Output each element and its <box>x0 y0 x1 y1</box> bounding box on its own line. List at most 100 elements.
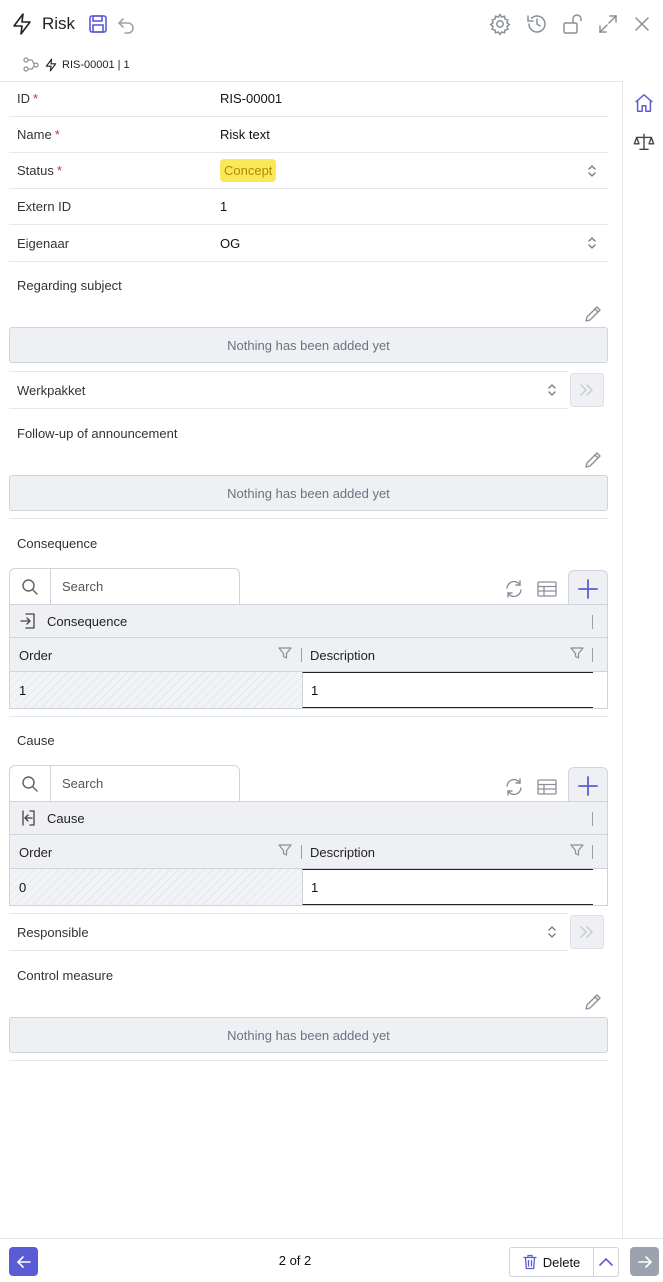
table-row[interactable]: 0 1 <box>10 869 593 905</box>
table-view-icon[interactable] <box>536 776 558 798</box>
consequence-add-button[interactable] <box>568 570 608 606</box>
search-icon <box>22 775 38 792</box>
filter-icon[interactable] <box>570 646 584 660</box>
field-value-extern-id[interactable]: 1 <box>220 189 227 224</box>
expand-icon[interactable] <box>596 12 620 36</box>
label-text: Name <box>17 127 52 142</box>
section-divider <box>9 518 608 519</box>
hierarchy-icon <box>23 57 39 72</box>
home-icon[interactable] <box>633 92 655 114</box>
next-button[interactable] <box>630 1247 659 1276</box>
table-view-icon[interactable] <box>536 578 558 600</box>
plus-icon <box>578 578 598 599</box>
consequence-grid: Consequence Order Description 1 1 <box>9 604 608 709</box>
chevron-up-icon <box>599 1257 613 1266</box>
refresh-icon[interactable] <box>503 776 525 798</box>
label-text: Extern ID <box>17 199 72 214</box>
field-value-eigenaar[interactable]: OG <box>220 225 240 261</box>
responsible-goto-button[interactable] <box>570 915 604 949</box>
section-divider <box>9 1060 608 1061</box>
regarding-empty: Nothing has been added yet <box>9 327 608 363</box>
grid-title-bar: Cause <box>10 802 607 835</box>
field-row-status[interactable]: Status * Concept <box>9 153 608 189</box>
grid-header: Order Description <box>10 638 607 672</box>
followup-empty: Nothing has been added yet <box>9 475 608 511</box>
lightning-icon <box>45 58 57 72</box>
arrow-left-icon <box>16 1255 31 1268</box>
control-label: Control measure <box>17 968 114 983</box>
lightning-icon <box>13 13 31 35</box>
search-input[interactable] <box>52 766 237 801</box>
werkpakket-goto-button[interactable] <box>570 373 604 407</box>
settings-icon[interactable] <box>488 12 512 36</box>
werkpakket-label: Werkpakket <box>17 382 86 398</box>
save-icon[interactable] <box>88 14 108 34</box>
more-actions-button[interactable] <box>593 1247 619 1277</box>
werkpakket-select[interactable]: Werkpakket <box>9 371 568 409</box>
field-row-extern-id[interactable]: Extern ID 1 <box>9 189 608 225</box>
consequence-search <box>9 568 240 604</box>
section-divider <box>9 716 608 717</box>
consequence-label: Consequence <box>17 536 98 551</box>
regarding-label: Regarding subject <box>17 278 122 293</box>
refresh-icon[interactable] <box>503 578 525 600</box>
field-value-name[interactable]: Risk text <box>220 117 270 152</box>
undo-icon[interactable] <box>116 14 136 34</box>
control-empty: Nothing has been added yet <box>9 1017 608 1053</box>
cause-add-button[interactable] <box>568 767 608 803</box>
column-header-order[interactable]: Order <box>19 835 52 869</box>
field-value-id[interactable]: RIS-00001 <box>220 81 282 116</box>
grid-title: Consequence <box>47 613 128 629</box>
scale-icon[interactable] <box>633 131 655 153</box>
cell-order[interactable]: 1 <box>10 672 302 708</box>
pencil-icon[interactable] <box>582 303 604 325</box>
select-chevron-icon[interactable] <box>586 235 598 251</box>
pencil-icon[interactable] <box>582 991 604 1013</box>
label-text: Status <box>17 163 54 178</box>
required-mark: * <box>33 91 39 106</box>
search-input[interactable] <box>52 569 237 604</box>
required-mark: * <box>56 163 62 178</box>
unlock-icon[interactable] <box>561 12 585 36</box>
plus-icon <box>578 775 598 796</box>
field-row-eigenaar[interactable]: Eigenaar OG <box>9 225 608 262</box>
import-icon <box>20 613 35 629</box>
cell-description[interactable]: 1 <box>302 672 593 708</box>
label-text: Eigenaar <box>17 235 70 251</box>
previous-button[interactable] <box>9 1247 38 1276</box>
breadcrumb[interactable]: RIS-00001 | 1 <box>22 55 130 75</box>
select-chevron-icon[interactable] <box>546 382 558 398</box>
label-text: ID <box>17 91 30 106</box>
arrow-right-icon <box>637 1255 652 1268</box>
field-row-name[interactable]: Name * Risk text <box>9 117 608 153</box>
column-separator <box>592 615 593 629</box>
delete-button[interactable]: Delete <box>509 1247 594 1277</box>
grid-title-bar: Consequence <box>10 605 607 638</box>
search-icon-wrap <box>10 569 51 604</box>
column-header-order[interactable]: Order <box>19 638 52 672</box>
cause-label: Cause <box>17 733 55 748</box>
cell-order[interactable]: 0 <box>10 869 302 905</box>
search-icon-wrap <box>10 766 51 801</box>
cell-description[interactable]: 1 <box>302 869 593 905</box>
pencil-icon[interactable] <box>582 449 604 471</box>
field-label-name: Name * <box>17 117 60 152</box>
column-header-description[interactable]: Description <box>310 835 375 869</box>
column-separator <box>592 812 593 826</box>
filter-icon[interactable] <box>278 843 292 857</box>
page-title: Risk <box>42 14 76 33</box>
field-row-id[interactable]: ID * RIS-00001 <box>9 81 608 117</box>
responsible-select[interactable]: Responsible <box>9 913 568 951</box>
close-icon[interactable] <box>630 12 654 36</box>
field-label-status: Status * <box>17 153 62 188</box>
filter-icon[interactable] <box>570 843 584 857</box>
filter-icon[interactable] <box>278 646 292 660</box>
field-label-eigenaar: Eigenaar <box>17 225 69 261</box>
top-bar: Risk <box>0 0 663 48</box>
table-row[interactable]: 1 1 <box>10 672 593 708</box>
select-chevron-icon[interactable] <box>546 924 558 940</box>
column-header-description[interactable]: Description <box>310 638 375 672</box>
history-icon[interactable] <box>525 12 549 36</box>
select-chevron-icon[interactable] <box>586 163 598 179</box>
status-select[interactable]: Concept <box>220 153 277 188</box>
